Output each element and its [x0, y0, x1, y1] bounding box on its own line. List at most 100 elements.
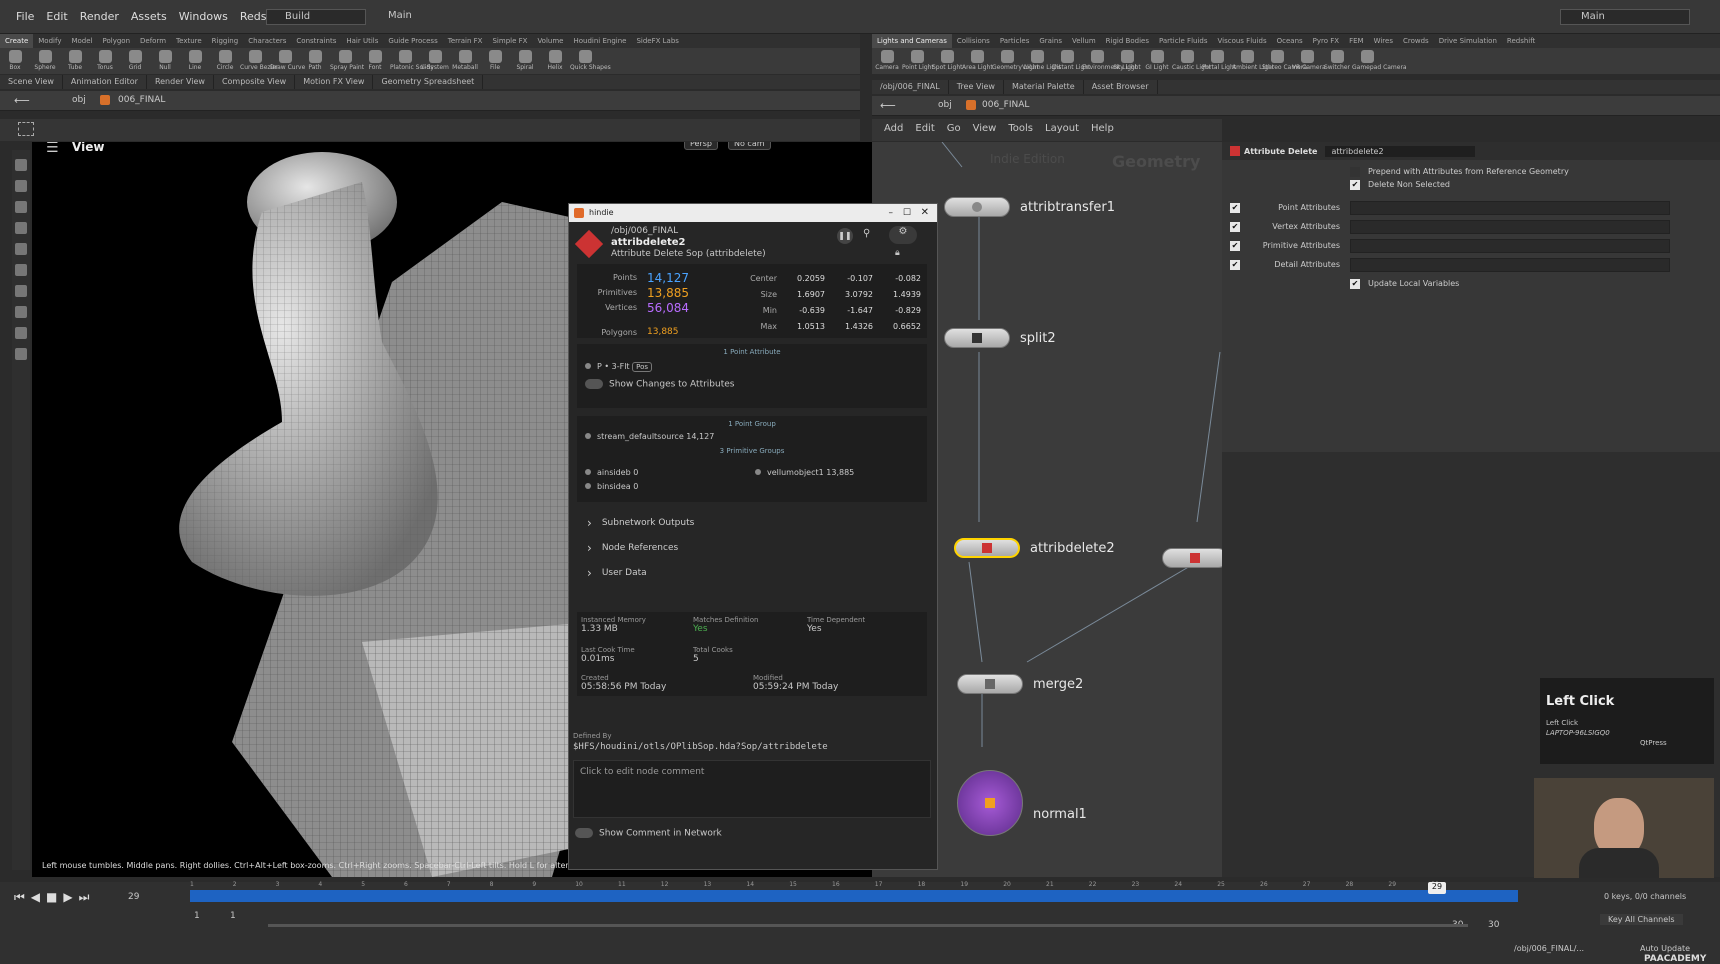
param-field[interactable] [1350, 219, 1670, 234]
shelf-tab[interactable]: Grains [1034, 34, 1067, 48]
shelf-tab[interactable]: Constraints [291, 34, 341, 48]
tool-ambient-light[interactable]: Ambient Light [1232, 48, 1274, 71]
handle-icon[interactable] [15, 243, 27, 255]
path-obj[interactable]: obj [72, 95, 86, 105]
delete-non-selected-row[interactable]: ✔ Delete Non Selected [1222, 175, 1720, 194]
tool-tube[interactable]: Tube [60, 48, 90, 71]
shelf-tab[interactable]: Collisions [952, 34, 995, 48]
pane-tab[interactable]: Animation Editor [63, 75, 147, 89]
shelf-tab[interactable]: Model [66, 34, 97, 48]
main-select[interactable]: Main [370, 9, 470, 25]
tool-line[interactable]: Line [180, 48, 210, 71]
prepend-checkbox[interactable] [1350, 166, 1360, 177]
node-attribtransfer1[interactable]: attribtransfer1 [944, 197, 1115, 217]
update-local-checkbox[interactable]: ✔ [1350, 278, 1360, 289]
shelf-tab[interactable]: Hair Utils [341, 34, 383, 48]
pose-icon[interactable] [15, 264, 27, 276]
tool-path[interactable]: Path [300, 48, 330, 71]
tool-geometry-light[interactable]: Geometry Light [992, 48, 1039, 71]
playhead[interactable]: 29 [1428, 882, 1446, 894]
tool-l-system[interactable]: L-System [420, 48, 450, 71]
shelf-tab[interactable]: SideFX Labs [631, 34, 683, 48]
param-checkbox[interactable]: ✔ [1230, 259, 1240, 270]
show-comment-toggle[interactable] [575, 828, 593, 838]
tool-file[interactable]: File [480, 48, 510, 71]
tool-gamepad-camera[interactable]: Gamepad Camera [1352, 48, 1407, 71]
shelf-tab[interactable]: Drive Simulation [1434, 34, 1502, 48]
show-comment-row[interactable]: Show Comment in Network [575, 828, 722, 839]
node-split2[interactable]: split2 [944, 328, 1056, 348]
shelf-tab[interactable]: Vellum [1067, 34, 1101, 48]
section-subnetwork-outputs[interactable]: › Subnetwork Outputs [577, 510, 927, 535]
tool-distant-light[interactable]: Distant Light [1052, 48, 1090, 71]
pin-icon[interactable]: ⚲ [863, 228, 870, 239]
settings-gear-icon[interactable]: ⚙ [889, 226, 917, 244]
tool-camera[interactable]: Camera [872, 48, 902, 71]
tool-point-light[interactable]: Point Light [902, 48, 934, 71]
show-changes-row[interactable]: Show Changes to Attributes [585, 379, 927, 390]
shelf-tab[interactable]: Simple FX [487, 34, 532, 48]
node-normal1[interactable]: normal1 [957, 770, 1087, 836]
tool-volume-light[interactable]: Volume Light [1022, 48, 1061, 71]
move-icon[interactable] [15, 180, 27, 192]
shelf-tab[interactable]: Guide Process [383, 34, 442, 48]
shelf-tab[interactable]: FEM [1344, 34, 1369, 48]
shelf-tab[interactable]: Rigid Bodies [1101, 34, 1154, 48]
shelf-tab[interactable]: Modify [33, 34, 66, 48]
shelf-tab[interactable]: Redshift [1502, 34, 1540, 48]
scale-icon[interactable] [15, 222, 27, 234]
shelf-tab[interactable]: Lights and Cameras [872, 34, 952, 48]
pane-tab[interactable]: Motion FX View [295, 75, 374, 89]
shelf-tab[interactable]: Volume [532, 34, 568, 48]
shelf-tab[interactable]: Oceans [1272, 34, 1308, 48]
shelf-tab[interactable]: Create [0, 34, 34, 48]
tool-circle[interactable]: Circle [210, 48, 240, 71]
pane-tab[interactable]: Material Palette [1004, 80, 1084, 94]
shelf-tab[interactable]: Characters [243, 34, 291, 48]
range-end-2[interactable]: 30 [1488, 920, 1499, 930]
shelf-tab[interactable]: Particles [995, 34, 1035, 48]
tool-curve-bezier[interactable]: Curve Bezier [240, 48, 278, 71]
tool-grid[interactable]: Grid [120, 48, 150, 71]
shelf-tab[interactable]: Rigging [207, 34, 244, 48]
node-comment-field[interactable]: Click to edit node comment [573, 760, 931, 818]
tool-box[interactable]: Box [0, 48, 30, 71]
pause-icon[interactable]: ❚❚ [837, 228, 853, 244]
tool-area-light[interactable]: Area Light [962, 48, 993, 71]
tool-vr-camera[interactable]: VR Camera [1292, 48, 1326, 71]
update-local-row[interactable]: ✔ Update Local Variables [1222, 274, 1720, 293]
current-frame-field[interactable]: 29 [128, 892, 139, 902]
param-node-name[interactable]: attribdelete2 [1325, 145, 1476, 157]
pane-tab[interactable]: Scene View [0, 75, 63, 89]
tool-torus[interactable]: Torus [90, 48, 120, 71]
network-menu-item[interactable]: Edit [915, 123, 934, 134]
back-arrow-icon[interactable]: ⟵ [880, 99, 896, 112]
section-user-data[interactable]: › User Data [577, 560, 927, 585]
path-obj[interactable]: obj [938, 100, 952, 110]
shelf-tab[interactable]: Houdini Engine [568, 34, 631, 48]
tool-sphere[interactable]: Sphere [30, 48, 60, 71]
view-icon[interactable] [15, 327, 27, 339]
shelf-tab[interactable]: Viscous Fluids [1213, 34, 1272, 48]
network-menu-item[interactable]: View [973, 123, 997, 134]
shelf-tab[interactable]: Deform [135, 34, 171, 48]
param-checkbox[interactable]: ✔ [1230, 202, 1240, 213]
tool-stereo-camera[interactable]: Stereo Camera [1262, 48, 1307, 71]
shelf-tab[interactable]: Pyro FX [1308, 34, 1344, 48]
close-icon[interactable]: ✕ [921, 204, 929, 222]
pane-tab[interactable]: Geometry Spreadsheet [373, 75, 484, 89]
tool-switcher[interactable]: Switcher [1322, 48, 1352, 71]
param-field[interactable] [1350, 200, 1670, 215]
back-arrow-icon[interactable]: ⟵ [14, 94, 30, 107]
camera-button[interactable]: No cam [728, 142, 771, 150]
lock-icon[interactable]: 🔒︎ [895, 248, 900, 258]
shelf-tab[interactable]: Wires [1369, 34, 1398, 48]
tool-environment-light[interactable]: Environment Light [1082, 48, 1137, 71]
tool-gi-light[interactable]: GI Light [1142, 48, 1172, 71]
tool-caustic-light[interactable]: Caustic Light [1172, 48, 1211, 71]
menu-render[interactable]: Render [74, 0, 125, 34]
range-start[interactable]: 1 [194, 911, 200, 921]
playback-controls[interactable]: ⏮◀■▶⏭ [14, 890, 95, 905]
path-node[interactable]: 006_FINAL [118, 95, 165, 105]
section-node-references[interactable]: › Node References [577, 535, 927, 560]
